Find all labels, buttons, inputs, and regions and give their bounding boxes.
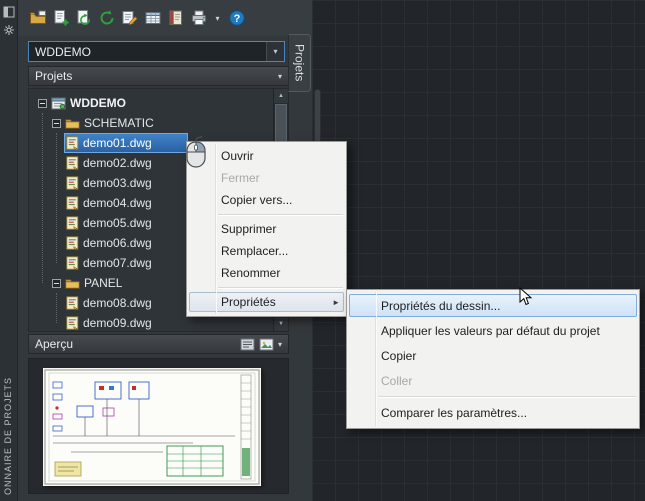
properties-submenu: Propriétés du dessin... Appliquer les val…	[346, 289, 640, 429]
mouse-icon	[181, 135, 211, 174]
preview-section-label: Aperçu	[35, 337, 74, 351]
menu-separator	[218, 287, 343, 288]
drawing-list-icon[interactable]	[142, 8, 163, 29]
menu-item-comparer-les-parametres[interactable]: Comparer les paramètres...	[347, 400, 639, 425]
menu-item-supprimer[interactable]: Supprimer	[187, 218, 346, 240]
plot-icon[interactable]	[188, 8, 209, 29]
tree-item-label: PANEL	[84, 276, 123, 290]
menu-item-renommer[interactable]: Renommer	[187, 262, 346, 284]
tree-item-label: demo09.dwg	[83, 316, 152, 330]
tree-item-label: demo05.dwg	[83, 216, 152, 230]
refresh-drawing-icon[interactable]	[73, 8, 94, 29]
palette-properties-icon[interactable]	[3, 23, 15, 35]
menu-item-proprietes-du-dessin[interactable]: Propriétés du dessin...	[347, 293, 639, 318]
menu-separator	[378, 396, 636, 397]
project-combobox-value: WDDEMO	[35, 44, 91, 59]
preview-pane	[28, 358, 289, 494]
drawing-icon	[66, 316, 79, 330]
preview-details-icon[interactable]	[240, 338, 255, 351]
svg-text:?: ?	[233, 13, 240, 25]
tree-item-label: demo03.dwg	[83, 176, 152, 190]
submenu-arrow-icon: ►	[332, 297, 340, 307]
tree-item-wddemo[interactable]: WDDEMO	[30, 93, 272, 113]
preview-section-header[interactable]: Aperçu ▾	[28, 334, 289, 354]
menu-item-label: Appliquer les valeurs par défaut du proj…	[381, 323, 600, 338]
preview-image-icon[interactable]	[259, 338, 274, 351]
palette-vertical-title: ONNAIRE DE PROJETS	[3, 376, 13, 495]
menu-item-label: Renommer	[221, 266, 281, 280]
project-combobox[interactable]: WDDEMO ▾	[28, 41, 285, 62]
drawing-icon	[66, 256, 79, 270]
menu-item-label: Copier vers...	[221, 193, 293, 207]
preview-collapse-chevron-icon[interactable]: ▾	[278, 340, 282, 349]
menu-item-copier[interactable]: Copier	[347, 343, 639, 368]
tree-expand-toggle[interactable]	[52, 118, 61, 128]
drawing-icon	[66, 296, 79, 310]
menu-item-label: Propriétés du dessin...	[381, 298, 501, 313]
menu-item-label: Comparer les paramètres...	[381, 405, 528, 420]
tree-item-label: demo02.dwg	[83, 156, 152, 170]
menu-item-remplacer[interactable]: Remplacer...	[187, 240, 346, 262]
menu-item-copier-vers[interactable]: Copier vers...	[187, 189, 346, 211]
projects-collapse-chevron-icon[interactable]: ▾	[278, 72, 282, 81]
tree-expand-toggle[interactable]	[38, 98, 47, 108]
autocad-project-manager-window: ONNAIRE DE PROJETS ▾? WDDEMO ▾ Projets ▾…	[0, 0, 645, 501]
drawing-icon	[66, 196, 79, 210]
drawing-icon	[66, 156, 79, 170]
cursor-arrow-icon	[519, 286, 533, 312]
project-toolbar: ▾?	[18, 0, 312, 36]
menu-item-label: Copier	[381, 348, 417, 363]
palette-title-bar: ONNAIRE DE PROJETS	[0, 0, 18, 501]
toolbar-overflow-icon[interactable]: ▾	[211, 14, 224, 23]
tree-item-label: demo04.dwg	[83, 196, 152, 210]
menu-item-coller: Coller	[347, 368, 639, 393]
drawing-icon	[66, 216, 79, 230]
tree-item-label: WDDEMO	[70, 96, 126, 110]
projects-section-header[interactable]: Projets ▾	[28, 66, 289, 86]
tree-item-label: demo07.dwg	[83, 256, 152, 270]
menu-item-label: Supprimer	[221, 222, 277, 236]
menu-item-label: Fermer	[221, 171, 260, 185]
canvas-scrollbar[interactable]	[314, 89, 321, 143]
tree-item-label: demo08.dwg	[83, 296, 152, 310]
menu-item-label: Ouvrir	[221, 149, 254, 163]
drawing-icon	[66, 136, 79, 150]
menu-item-proprietes[interactable]: Propriétés ►	[187, 291, 346, 313]
new-drawing-icon[interactable]	[50, 8, 71, 29]
menu-item-label: Remplacer...	[221, 244, 289, 258]
project-manager-icon[interactable]	[27, 8, 48, 29]
tree-item-label: demo01.dwg	[83, 136, 152, 150]
update-project-icon[interactable]	[96, 8, 117, 29]
scroll-up-icon[interactable]: ▲	[274, 89, 288, 103]
menu-item-label: Propriétés	[221, 295, 276, 309]
drawing-icon	[66, 176, 79, 190]
menu-item-appliquer-les-valeurs-par-defaut-du-projet[interactable]: Appliquer les valeurs par défaut du proj…	[347, 318, 639, 343]
tree-expand-toggle[interactable]	[52, 278, 61, 288]
tree-item-schematic[interactable]: SCHEMATIC	[30, 113, 272, 133]
catalog-icon[interactable]	[165, 8, 186, 29]
folder-icon	[65, 277, 80, 289]
projects-section-label: Projets	[35, 69, 73, 83]
scroll-down-icon[interactable]: ▼	[274, 317, 288, 331]
palette-tab-projets[interactable]: Projets	[288, 34, 311, 92]
autohide-icon[interactable]	[3, 5, 15, 18]
combobox-dropdown-icon[interactable]: ▾	[266, 42, 284, 61]
drawing-icon	[66, 236, 79, 250]
project-icon	[51, 97, 66, 110]
folder-icon	[65, 117, 80, 129]
menu-separator	[218, 214, 343, 215]
tree-item-label: demo06.dwg	[83, 236, 152, 250]
help-icon[interactable]: ?	[226, 8, 247, 29]
tree-item-label: SCHEMATIC	[84, 116, 154, 130]
menu-item-label: Coller	[381, 373, 413, 388]
project-properties-icon[interactable]	[119, 8, 140, 29]
preview-thumbnail	[43, 368, 261, 486]
